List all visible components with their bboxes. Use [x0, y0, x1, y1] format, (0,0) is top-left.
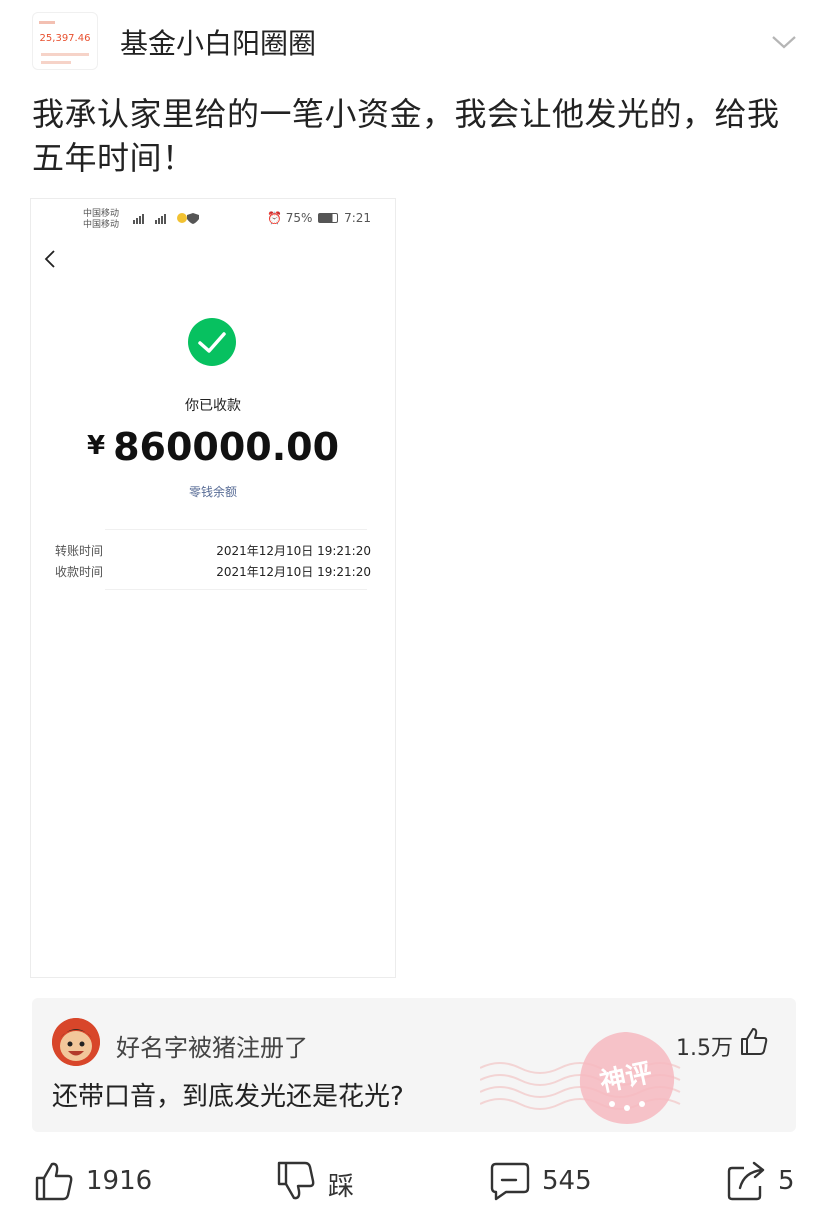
receive-time-label: 收款时间 [55, 565, 104, 579]
status-carriers: 中国移动 中国移动 [83, 209, 119, 231]
god-comment-stamp-icon: 神评 [579, 1032, 675, 1124]
carrier-2: 中国移动 [83, 220, 120, 230]
transfer-time-value: 2021年12月10日 19:21:20 [216, 544, 371, 558]
battery-icon [318, 213, 339, 223]
thumbs-up-icon[interactable] [34, 1160, 74, 1202]
receive-time-value: 2021年12月10日 19:21:20 [216, 565, 371, 579]
chevron-down-icon[interactable] [770, 32, 798, 52]
avatar-amount: 25,397.46 [39, 33, 91, 44]
author-avatar[interactable]: 25,397.46 [32, 12, 98, 70]
balance-link[interactable]: 零钱余额 [31, 483, 395, 500]
received-label: 你已收款 [185, 398, 241, 414]
battery-percent: 75% [285, 211, 313, 225]
like-count[interactable]: 1916 [86, 1166, 152, 1196]
amount: ¥860000.00 [31, 423, 395, 470]
hot-comment[interactable]: 神评 好名字被猪注册了 1.5万 还带口音，到底发光还是花光? [32, 998, 796, 1132]
comment-text: 还带口音，到底发光还是花光? [52, 1082, 404, 1112]
signal-icon [133, 213, 199, 224]
amount-value: 860000.00 [113, 425, 340, 469]
commenter-avatar[interactable] [52, 1018, 100, 1066]
author-name[interactable]: 基金小白阳圈圈 [120, 26, 316, 62]
carrier-1: 中国移动 [83, 209, 120, 219]
alarm-icon: ⏰ [267, 211, 282, 225]
thumbs-up-icon[interactable] [740, 1026, 768, 1056]
success-check-icon [188, 318, 236, 366]
back-chevron-icon[interactable] [43, 249, 57, 269]
divider [105, 589, 367, 590]
currency-symbol: ¥ [86, 431, 106, 461]
comment-like-count: 1.5万 [676, 1036, 733, 1061]
post-text: 我承认家里给的一笔小资金，我会让他发光的，给我五年时间！ [32, 95, 780, 177]
divider [105, 529, 367, 530]
share-count[interactable]: 5 [778, 1166, 795, 1196]
transfer-time-label: 转账时间 [55, 544, 104, 558]
commenter-name[interactable]: 好名字被猪注册了 [116, 1028, 308, 1063]
status-time: 7:21 [344, 211, 372, 225]
status-right: ⏰ 75% 7:21 [267, 211, 371, 225]
dislike-label[interactable]: 踩 [328, 1166, 354, 1203]
thumbs-down-icon[interactable] [276, 1160, 316, 1202]
share-icon[interactable] [726, 1160, 766, 1202]
comment-count[interactable]: 545 [542, 1166, 592, 1196]
comment-icon[interactable] [490, 1160, 530, 1202]
post-image[interactable]: 中国移动 中国移动 ⏰ 75% 7:21 你已收款 ¥860000.00 零钱余… [30, 198, 396, 978]
